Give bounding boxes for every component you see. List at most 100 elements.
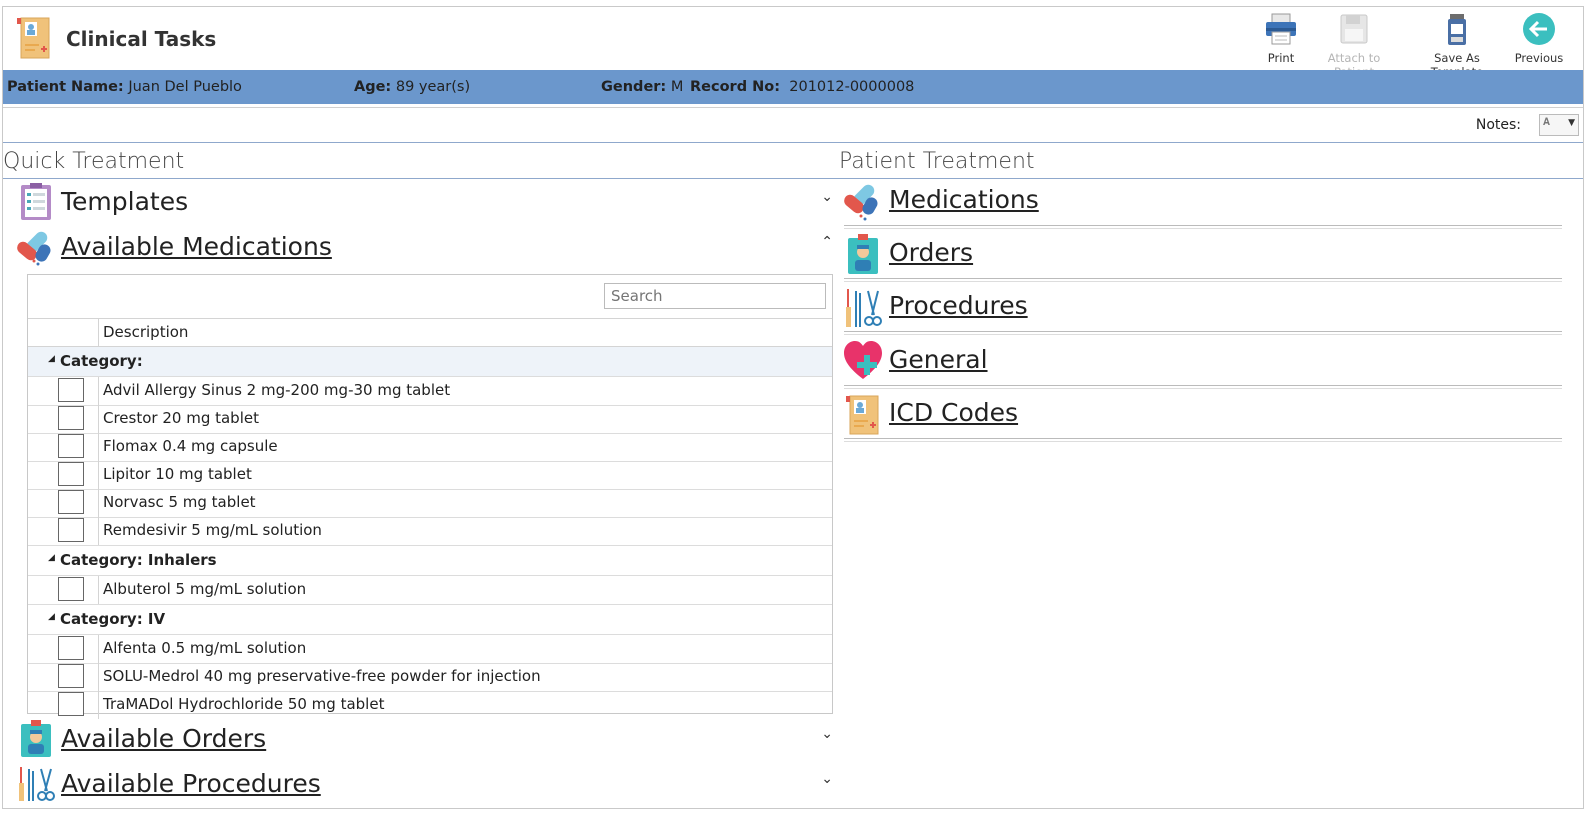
print-button[interactable]: Print — [1259, 11, 1303, 65]
record-field: Record No: 201012-0000008 — [690, 79, 914, 95]
age-field: Age: 89 year(s) — [354, 79, 470, 95]
section-divider — [844, 385, 1562, 389]
section-divider — [844, 225, 1562, 229]
group-label: Category: — [60, 352, 143, 370]
medication-name: Albuterol 5 mg/mL solution — [103, 580, 307, 598]
available-procedures-accordion[interactable]: Available Procedures ⌄ — [17, 761, 833, 805]
patient-info-bar: Patient Name: Juan Del Pueblo Age: 89 ye… — [3, 70, 1583, 104]
print-label: Print — [1267, 51, 1295, 65]
heart-plus-icon — [844, 341, 882, 379]
table-row[interactable]: Flomax 0.4 mg capsule — [28, 433, 832, 462]
table-row[interactable]: Crestor 20 mg tablet — [28, 405, 832, 434]
row-checkbox[interactable] — [58, 406, 84, 430]
gender-field: Gender: M — [601, 79, 683, 95]
templates-label: Templates — [61, 187, 189, 216]
medication-name: Remdesivir 5 mg/mL solution — [103, 521, 322, 539]
printer-icon — [1266, 13, 1296, 45]
orders-section[interactable]: Orders — [844, 234, 1562, 286]
chevron-down-icon: ⌄ — [821, 726, 833, 742]
text-edit-icon: 𝐀 — [1543, 117, 1550, 128]
doctor-badge-icon — [848, 234, 878, 274]
collapse-triangle-icon[interactable]: ◢ — [48, 553, 55, 563]
patient-name-value: Juan Del Pueblo — [128, 79, 242, 95]
chevron-up-icon: ⌃ — [821, 234, 833, 250]
quick-treatment-title: Quick Treatment — [3, 149, 185, 174]
row-checkbox[interactable] — [58, 577, 84, 601]
medications-link[interactable]: Medications — [889, 185, 1039, 214]
available-orders-label: Available Orders — [61, 724, 267, 753]
previous-button[interactable]: Previous — [1511, 11, 1567, 65]
surgical-tools-icon — [19, 767, 55, 801]
clipboard-list-icon — [21, 183, 51, 220]
row-checkbox[interactable] — [58, 664, 84, 688]
medications-section[interactable]: Medications — [844, 181, 1562, 233]
collapse-triangle-icon[interactable]: ◢ — [48, 612, 55, 622]
gender-value: M — [670, 79, 684, 95]
icd-codes-link[interactable]: ICD Codes — [889, 398, 1018, 427]
notes-bar: Notes: 𝐀 ▼ — [3, 107, 1583, 143]
orders-link[interactable]: Orders — [889, 238, 973, 267]
table-row[interactable]: Albuterol 5 mg/mL solution — [28, 576, 832, 605]
group-label: Category: Inhalers — [60, 551, 217, 569]
row-checkbox[interactable] — [58, 518, 84, 542]
medication-name: Lipitor 10 mg tablet — [103, 465, 252, 483]
select-column-header[interactable] — [28, 319, 99, 346]
chevron-down-icon: ⌄ — [821, 189, 833, 205]
description-column-header[interactable]: Description — [103, 323, 188, 341]
row-checkbox[interactable] — [58, 378, 84, 402]
available-medications-accordion[interactable]: Available Medications ⌃ — [17, 224, 833, 268]
section-divider — [844, 438, 1562, 442]
notes-label: Notes: — [1475, 117, 1521, 133]
table-row[interactable]: Advil Allergy Sinus 2 mg-200 mg-30 mg ta… — [28, 377, 832, 406]
save-as-template-button[interactable]: Save As Template — [1407, 11, 1507, 79]
medication-name: Alfenta 0.5 mg/mL solution — [103, 639, 307, 657]
grid-header: Description — [28, 318, 832, 347]
collapse-triangle-icon[interactable]: ◢ — [48, 354, 55, 364]
section-divider — [844, 331, 1562, 335]
table-row[interactable]: Lipitor 10 mg tablet — [28, 461, 832, 490]
general-section[interactable]: General — [844, 341, 1562, 393]
table-row[interactable]: Norvasc 5 mg tablet — [28, 489, 832, 518]
templates-accordion[interactable]: Templates ⌄ — [17, 179, 833, 223]
available-medications-label: Available Medications — [61, 232, 332, 261]
pills-icon — [844, 184, 878, 221]
attach-to-patient-button[interactable]: Attach to Patient — [1307, 11, 1401, 79]
table-row[interactable]: TraMADol Hydrochloride 50 mg tablet — [28, 691, 832, 719]
patient-name-label: Patient Name: — [7, 79, 124, 95]
medications-grid: Description ◢ Category: Advil Allergy Si… — [27, 274, 833, 719]
notes-dropdown[interactable]: 𝐀 ▼ — [1539, 114, 1579, 136]
medication-name: Advil Allergy Sinus 2 mg-200 mg-30 mg ta… — [103, 381, 451, 399]
record-value: 201012-0000008 — [789, 79, 915, 95]
save-disk-icon — [1340, 14, 1368, 44]
available-orders-accordion[interactable]: Available Orders ⌄ — [17, 716, 833, 760]
row-checkbox[interactable] — [58, 692, 84, 716]
search-input[interactable] — [604, 283, 826, 309]
table-row[interactable]: SOLU-Medrol 40 mg preservative-free powd… — [28, 663, 832, 692]
general-link[interactable]: General — [889, 345, 988, 374]
row-checkbox[interactable] — [58, 636, 84, 660]
medication-name: SOLU-Medrol 40 mg preservative-free powd… — [103, 667, 541, 685]
row-checkbox[interactable] — [58, 490, 84, 514]
patient-treatment-title: Patient Treatment — [839, 149, 1035, 174]
pills-icon — [17, 231, 51, 266]
row-checkbox[interactable] — [58, 434, 84, 458]
group-row[interactable]: ◢ Category: — [28, 347, 832, 377]
table-row[interactable]: Alfenta 0.5 mg/mL solution — [28, 635, 832, 664]
medication-name: Crestor 20 mg tablet — [103, 409, 259, 427]
icd-codes-section[interactable]: ICD Codes — [844, 394, 1562, 446]
group-row[interactable]: ◢ Category: IV — [28, 605, 832, 635]
back-arrow-icon — [1523, 13, 1555, 45]
procedures-section[interactable]: Procedures — [844, 287, 1562, 339]
procedures-link[interactable]: Procedures — [889, 291, 1028, 320]
header: Clinical Tasks Print Attach to Patient — [3, 7, 1583, 79]
chevron-down-icon: ▼ — [1568, 118, 1575, 128]
table-row[interactable]: Remdesivir 5 mg/mL solution — [28, 517, 832, 546]
available-procedures-label: Available Procedures — [61, 769, 321, 798]
row-checkbox[interactable] — [58, 462, 84, 486]
group-label: Category: IV — [60, 610, 166, 628]
surgical-tools-icon — [846, 289, 882, 327]
group-row[interactable]: ◢ Category: Inhalers — [28, 546, 832, 576]
medical-file-icon — [846, 395, 879, 435]
patient-name-field: Patient Name: Juan Del Pueblo — [7, 79, 242, 95]
medication-name: TraMADol Hydrochloride 50 mg tablet — [103, 695, 385, 713]
